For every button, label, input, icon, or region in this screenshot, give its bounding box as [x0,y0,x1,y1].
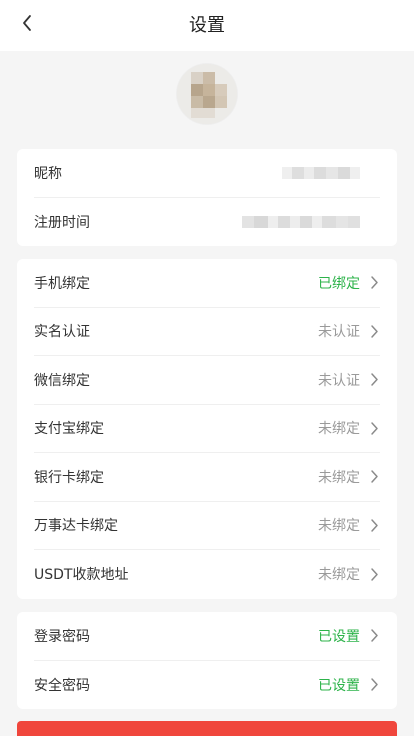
status-text: 已设置 [318,677,360,694]
chevron-right-icon [368,275,380,291]
row-label: 安全密码 [34,677,90,694]
row-alipay-binding[interactable]: 支付宝绑定 未绑定 [34,405,380,453]
status-text: 未绑定 [318,469,360,486]
row-label: 微信绑定 [34,372,90,389]
nickname-label: 昵称 [34,165,62,182]
row-mastercard-binding[interactable]: 万事达卡绑定 未绑定 [34,502,380,550]
row-label: 万事达卡绑定 [34,518,118,535]
row-wechat-binding[interactable]: 微信绑定 未认证 [34,356,380,405]
security-card: 登录密码 已设置 安全密码 已设置 [17,612,397,709]
row-label: 手机绑定 [34,275,90,292]
row-label: 支付宝绑定 [34,421,104,438]
chevron-right-icon [368,372,380,388]
bindings-card: 手机绑定 已绑定 实名认证 未认证 微信绑定 未认证 支付宝绑定 未绑定 银行卡… [17,259,397,599]
status-text: 未绑定 [318,421,360,438]
status-text: 已绑定 [318,275,360,292]
chevron-right-icon [368,323,380,339]
chevron-right-icon [368,628,380,644]
status-text: 未认证 [318,372,360,389]
row-login-password[interactable]: 登录密码 已设置 [34,612,380,661]
row-phone-binding[interactable]: 手机绑定 已绑定 [34,259,380,308]
row-realname-verification[interactable]: 实名认证 未认证 [34,308,380,356]
row-bankcard-binding[interactable]: 银行卡绑定 未绑定 [34,453,380,502]
row-label: 实名认证 [34,324,90,341]
row-label: 银行卡绑定 [34,469,104,486]
status-text: 已设置 [318,628,360,645]
page-title: 设置 [189,15,225,36]
row-usdt-address[interactable]: USDT收款地址 未绑定 [34,550,380,599]
chevron-right-icon [368,469,380,485]
avatar[interactable] [177,64,237,124]
row-security-password[interactable]: 安全密码 已设置 [34,661,380,710]
chevron-right-icon [368,566,380,582]
status-text: 未绑定 [318,567,360,584]
chevron-right-icon [368,420,380,436]
row-label: USDT收款地址 [34,567,129,584]
settings-screen: 设置 昵称 注册时间 手机绑定 已绑定 实名认证 未认证 微信绑定 未认证 支付… [0,0,414,736]
chevron-right-icon [368,517,380,533]
status-text: 未认证 [318,324,360,341]
status-text: 未绑定 [318,518,360,535]
header-bar: 设置 [0,0,414,51]
row-label: 登录密码 [34,628,90,645]
register-time-label: 注册时间 [34,214,90,231]
chevron-right-icon [368,677,380,693]
register-time-value-blurred [242,215,380,228]
register-time-row: 注册时间 [34,198,380,247]
nickname-row[interactable]: 昵称 [34,149,380,198]
profile-card: 昵称 注册时间 [17,149,397,246]
nickname-value-blurred [282,166,380,179]
logout-button[interactable] [17,721,397,736]
